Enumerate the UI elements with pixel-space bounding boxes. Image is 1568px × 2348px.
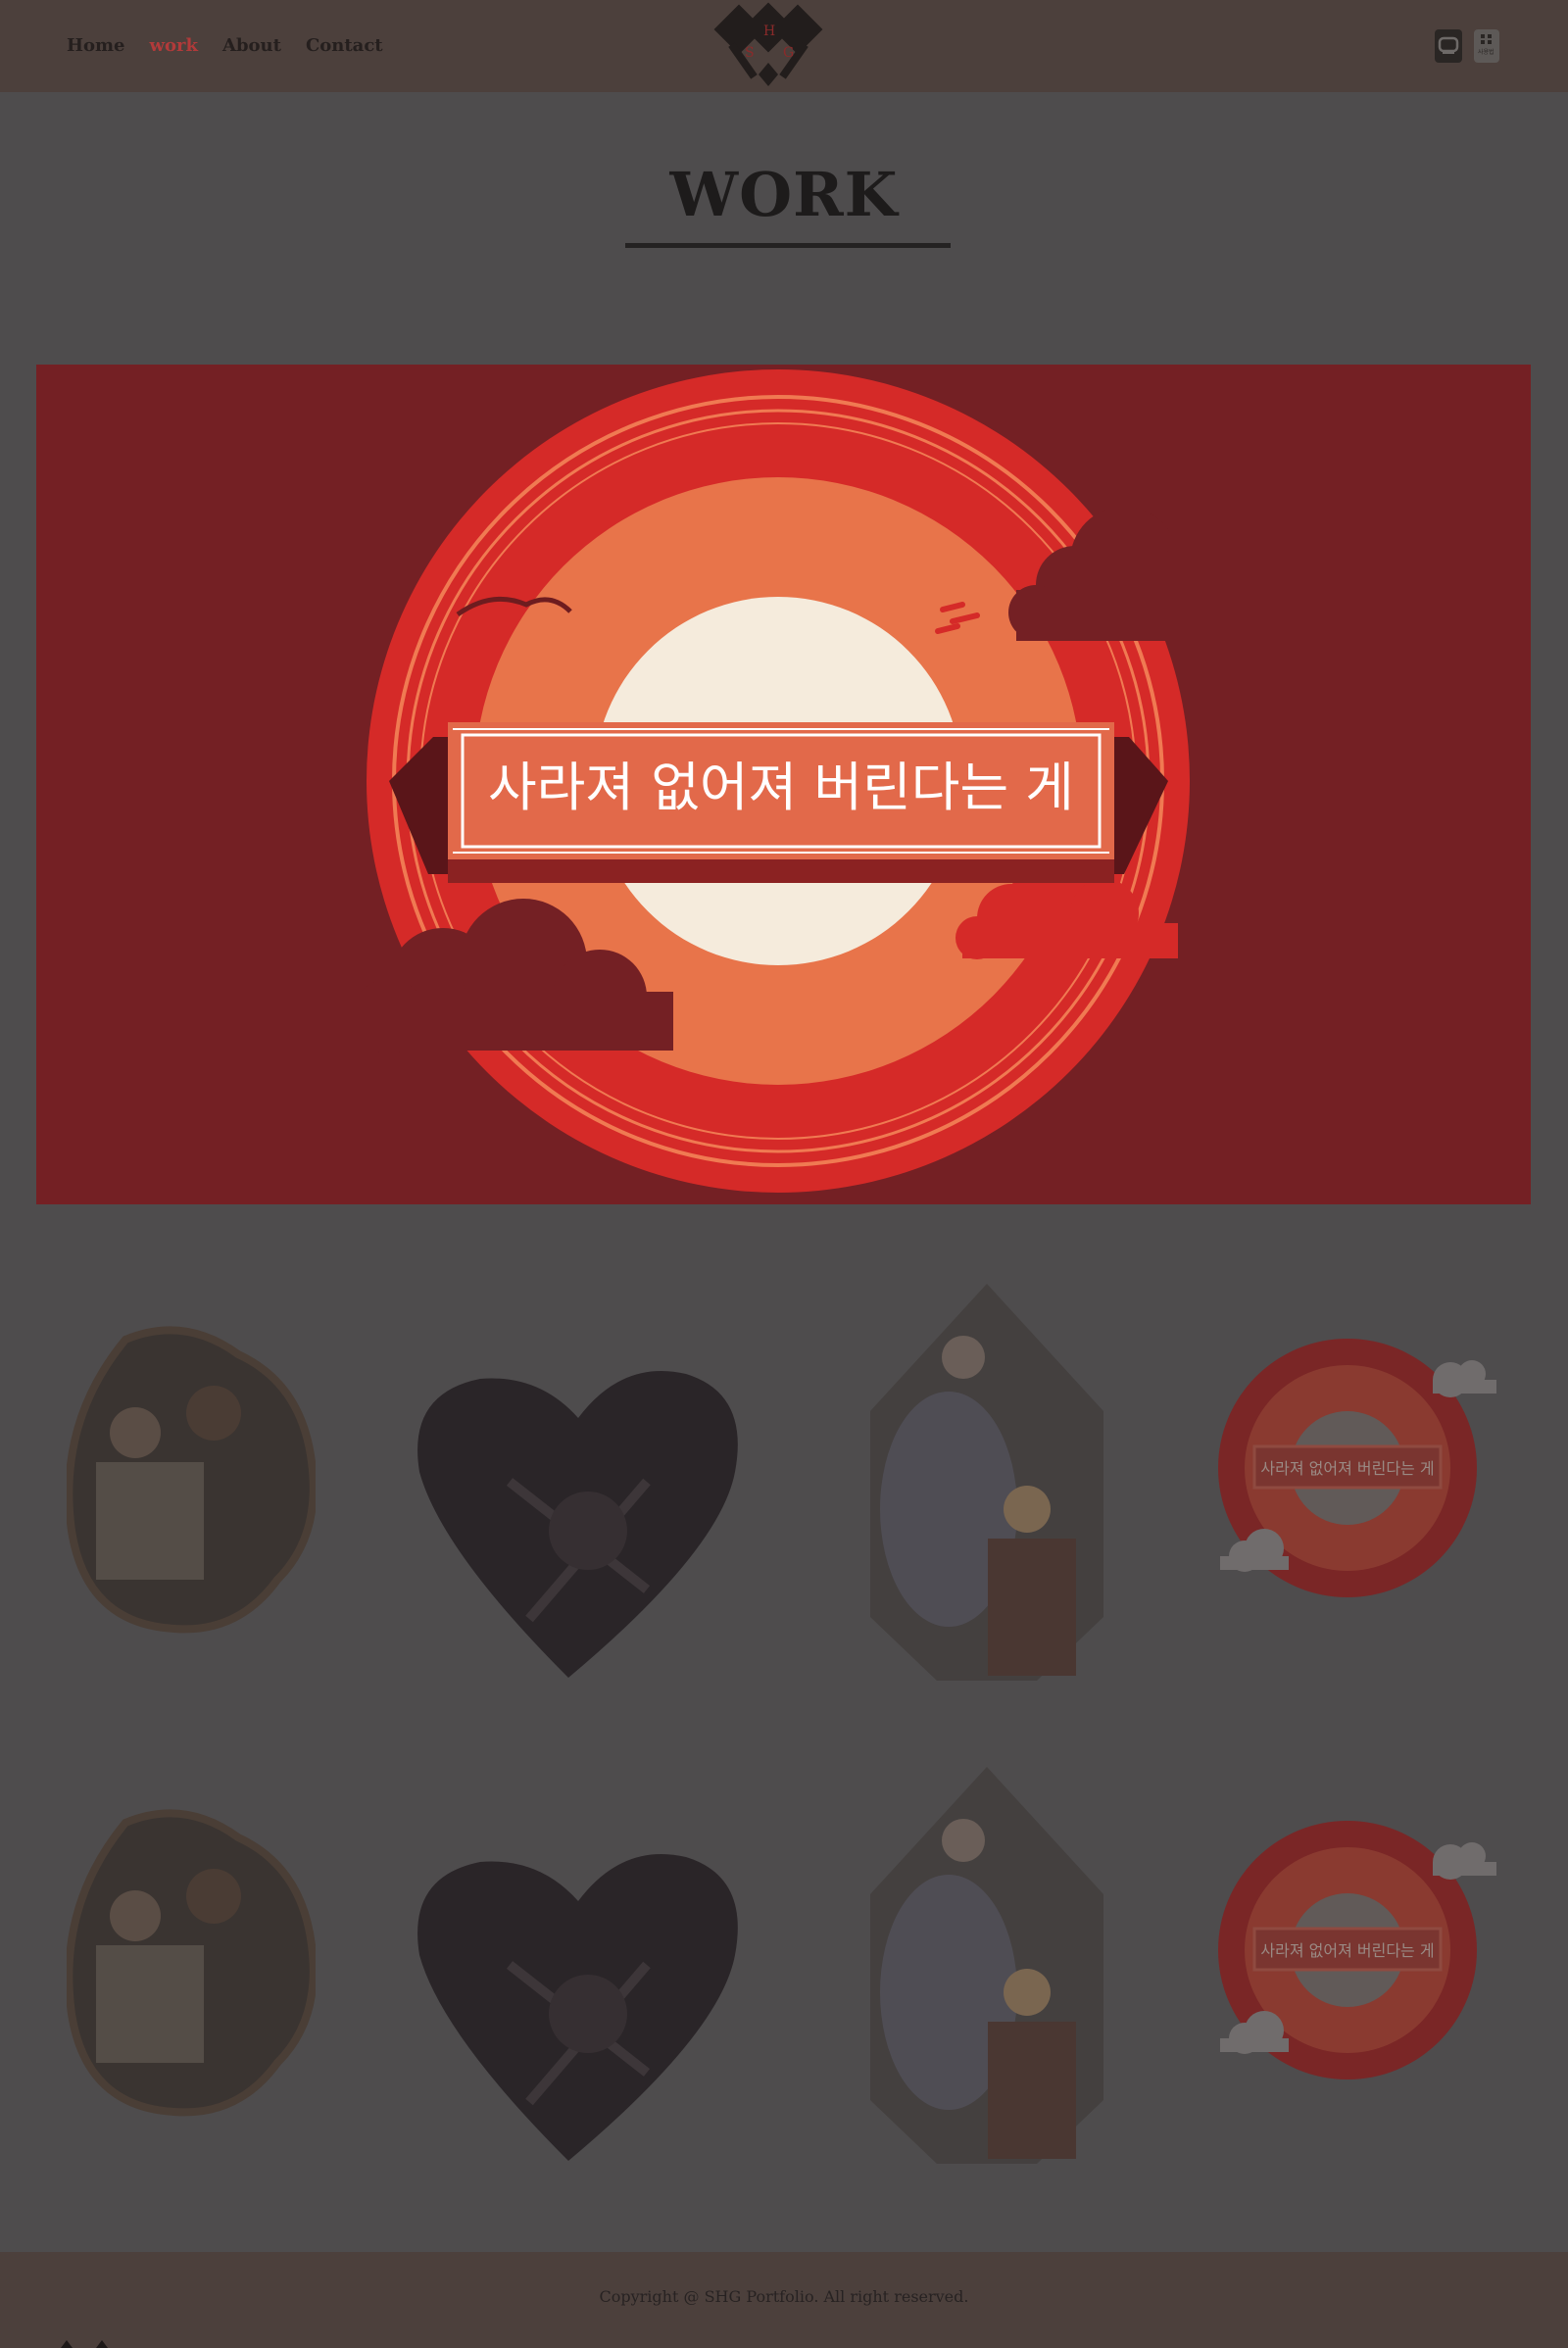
site-footer: Copyright @ SHG Portfolio. All right res…	[0, 2252, 1568, 2348]
gallery-item-hexagon[interactable]	[870, 1284, 1103, 1681]
shg-logo[interactable]: S H G	[710, 2, 827, 86]
nav-home-link[interactable]: Home	[67, 35, 125, 56]
thumb-banner-text: 사라져 없어져 버린다는 게	[1260, 1459, 1434, 1478]
page-title: WORK	[669, 159, 899, 230]
logo-letter-h: H	[763, 24, 775, 39]
gallery-item-blob[interactable]	[67, 1325, 316, 1639]
qr-code-icon[interactable]: 사용법	[1474, 29, 1499, 63]
footer-logo-fragment	[61, 2340, 108, 2348]
header-icons: 사용법	[1435, 29, 1499, 63]
gallery-item-heart[interactable]	[412, 1364, 745, 1678]
banner-text: 사라져 없어져 버린다는 게	[488, 757, 1074, 818]
gallery-item-hexagon-2[interactable]	[870, 1767, 1103, 2164]
nav-work-link[interactable]: work	[150, 35, 198, 56]
copyright-text: Copyright @ SHG Portfolio. All right res…	[599, 2287, 969, 2306]
nav-contact-link[interactable]: Contact	[306, 35, 383, 56]
thumb-banner-text-2: 사라져 없어져 버린다는 게	[1260, 1941, 1434, 1960]
title-banner: 사라져 없어져 버린다는 게	[389, 722, 1168, 883]
gallery-item-circle-2[interactable]: 사라져 없어져 버린다는 게	[1215, 1813, 1499, 2097]
main-nav: Home work About Contact	[67, 35, 383, 56]
hero-artwork[interactable]: 사라져 없어져 버린다는 게	[36, 365, 1531, 1204]
logo-letter-s: S	[745, 45, 755, 61]
nav-about-link[interactable]: About	[222, 35, 281, 56]
qr-caption: 사용법	[1478, 48, 1494, 56]
chat-icon[interactable]	[1435, 29, 1462, 63]
gallery-item-blob-2[interactable]	[67, 1808, 316, 2122]
title-underline	[625, 243, 951, 248]
logo-letter-g: G	[783, 45, 794, 61]
site-header: Home work About Contact S H G 사용법	[0, 0, 1568, 92]
gallery-item-circle[interactable]: 사라져 없어져 버린다는 게	[1215, 1331, 1499, 1615]
gallery-item-heart-2[interactable]	[412, 1847, 745, 2161]
